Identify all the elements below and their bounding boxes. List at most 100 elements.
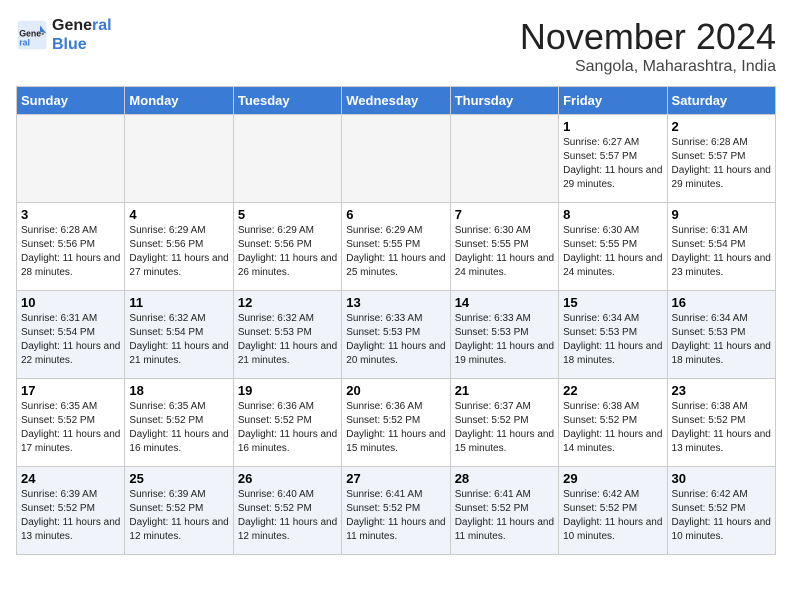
calendar-day: 17 Sunrise: 6:35 AM Sunset: 5:52 PM Dayli… xyxy=(17,379,125,467)
calendar-day: 11 Sunrise: 6:32 AM Sunset: 5:54 PM Dayli… xyxy=(125,291,233,379)
calendar-day xyxy=(17,115,125,203)
calendar-day xyxy=(450,115,558,203)
weekday-header-friday: Friday xyxy=(559,87,667,115)
day-number: 18 xyxy=(129,383,228,398)
calendar-table: SundayMondayTuesdayWednesdayThursdayFrid… xyxy=(16,86,776,555)
day-number: 16 xyxy=(672,295,771,310)
calendar-day: 26 Sunrise: 6:40 AM Sunset: 5:52 PM Dayli… xyxy=(233,467,341,555)
calendar-day: 30 Sunrise: 6:42 AM Sunset: 5:52 PM Dayli… xyxy=(667,467,775,555)
location-title: Sangola, Maharashtra, India xyxy=(520,58,776,76)
calendar-week-row: 1Sunrise: 6:27 AM Sunset: 5:57 PM Daylig… xyxy=(17,115,776,203)
calendar-day: 5 Sunrise: 6:29 AM Sunset: 5:56 PM Daylig… xyxy=(233,203,341,291)
day-info: Sunrise: 6:36 AM Sunset: 5:52 PM Dayligh… xyxy=(346,400,445,456)
day-number: 19 xyxy=(238,383,337,398)
day-info: Sunrise: 6:34 AM Sunset: 5:53 PM Dayligh… xyxy=(672,312,771,368)
day-number: 28 xyxy=(455,471,554,486)
calendar-week-row: 3Sunrise: 6:28 AM Sunset: 5:56 PM Daylig… xyxy=(17,203,776,291)
calendar-day: 19 Sunrise: 6:36 AM Sunset: 5:52 PM Dayli… xyxy=(233,379,341,467)
day-info: Sunrise: 6:32 AM Sunset: 5:53 PM Dayligh… xyxy=(238,312,337,368)
day-number: 5 xyxy=(238,207,337,222)
day-info: Sunrise: 6:29 AM Sunset: 5:56 PM Dayligh… xyxy=(238,224,337,280)
calendar-day: 8Sunrise: 6:30 AM Sunset: 5:55 PM Daylig… xyxy=(559,203,667,291)
day-number: 14 xyxy=(455,295,554,310)
logo-text: General Blue xyxy=(52,16,112,54)
calendar-week-row: 17 Sunrise: 6:35 AM Sunset: 5:52 PM Dayli… xyxy=(17,379,776,467)
calendar-day: 14 Sunrise: 6:33 AM Sunset: 5:53 PM Dayli… xyxy=(450,291,558,379)
calendar-day: 7Sunrise: 6:30 AM Sunset: 5:55 PM Daylig… xyxy=(450,203,558,291)
day-number: 6 xyxy=(346,207,445,222)
day-info: Sunrise: 6:35 AM Sunset: 5:52 PM Dayligh… xyxy=(21,400,120,456)
logo: Gene- ral General Blue xyxy=(16,16,112,54)
day-number: 23 xyxy=(672,383,771,398)
calendar-day: 24Sunrise: 6:39 AM Sunset: 5:52 PM Dayli… xyxy=(17,467,125,555)
weekday-header-wednesday: Wednesday xyxy=(342,87,450,115)
calendar-day: 16 Sunrise: 6:34 AM Sunset: 5:53 PM Dayli… xyxy=(667,291,775,379)
calendar-day xyxy=(233,115,341,203)
logo-icon: Gene- ral xyxy=(16,19,48,51)
day-number: 13 xyxy=(346,295,445,310)
day-info: Sunrise: 6:37 AM Sunset: 5:52 PM Dayligh… xyxy=(455,400,554,456)
calendar-day: 9Sunrise: 6:31 AM Sunset: 5:54 PM Daylig… xyxy=(667,203,775,291)
day-info: Sunrise: 6:40 AM Sunset: 5:52 PM Dayligh… xyxy=(238,488,337,544)
day-info: Sunrise: 6:27 AM Sunset: 5:57 PM Dayligh… xyxy=(563,136,662,192)
month-title: November 2024 xyxy=(520,16,776,58)
day-info: Sunrise: 6:33 AM Sunset: 5:53 PM Dayligh… xyxy=(346,312,445,368)
day-info: Sunrise: 6:41 AM Sunset: 5:52 PM Dayligh… xyxy=(346,488,445,544)
calendar-day: 23 Sunrise: 6:38 AM Sunset: 5:52 PM Dayli… xyxy=(667,379,775,467)
calendar-day xyxy=(125,115,233,203)
day-number: 15 xyxy=(563,295,662,310)
calendar-day: 4Sunrise: 6:29 AM Sunset: 5:56 PM Daylig… xyxy=(125,203,233,291)
day-info: Sunrise: 6:34 AM Sunset: 5:53 PM Dayligh… xyxy=(563,312,662,368)
day-number: 8 xyxy=(563,207,662,222)
day-number: 20 xyxy=(346,383,445,398)
weekday-header-sunday: Sunday xyxy=(17,87,125,115)
calendar-day: 6 Sunrise: 6:29 AM Sunset: 5:55 PM Daylig… xyxy=(342,203,450,291)
calendar-day xyxy=(342,115,450,203)
day-number: 30 xyxy=(672,471,771,486)
day-info: Sunrise: 6:31 AM Sunset: 5:54 PM Dayligh… xyxy=(21,312,120,368)
day-info: Sunrise: 6:28 AM Sunset: 5:57 PM Dayligh… xyxy=(672,136,771,192)
day-info: Sunrise: 6:30 AM Sunset: 5:55 PM Dayligh… xyxy=(455,224,554,280)
day-info: Sunrise: 6:32 AM Sunset: 5:54 PM Dayligh… xyxy=(129,312,228,368)
calendar-day: 3Sunrise: 6:28 AM Sunset: 5:56 PM Daylig… xyxy=(17,203,125,291)
day-number: 26 xyxy=(238,471,337,486)
weekday-header-thursday: Thursday xyxy=(450,87,558,115)
day-info: Sunrise: 6:38 AM Sunset: 5:52 PM Dayligh… xyxy=(563,400,662,456)
weekday-header-saturday: Saturday xyxy=(667,87,775,115)
day-number: 24 xyxy=(21,471,120,486)
day-info: Sunrise: 6:29 AM Sunset: 5:55 PM Dayligh… xyxy=(346,224,445,280)
day-number: 12 xyxy=(238,295,337,310)
weekday-header-tuesday: Tuesday xyxy=(233,87,341,115)
calendar-day: 27 Sunrise: 6:41 AM Sunset: 5:52 PM Dayli… xyxy=(342,467,450,555)
day-info: Sunrise: 6:28 AM Sunset: 5:56 PM Dayligh… xyxy=(21,224,120,280)
calendar-day: 15 Sunrise: 6:34 AM Sunset: 5:53 PM Dayli… xyxy=(559,291,667,379)
day-number: 10 xyxy=(21,295,120,310)
calendar-week-row: 24Sunrise: 6:39 AM Sunset: 5:52 PM Dayli… xyxy=(17,467,776,555)
day-number: 22 xyxy=(563,383,662,398)
calendar-day: 10 Sunrise: 6:31 AM Sunset: 5:54 PM Dayli… xyxy=(17,291,125,379)
day-number: 4 xyxy=(129,207,228,222)
day-number: 25 xyxy=(129,471,228,486)
day-info: Sunrise: 6:42 AM Sunset: 5:52 PM Dayligh… xyxy=(563,488,662,544)
calendar-day: 2Sunrise: 6:28 AM Sunset: 5:57 PM Daylig… xyxy=(667,115,775,203)
day-number: 29 xyxy=(563,471,662,486)
svg-text:ral: ral xyxy=(19,38,30,48)
weekday-header-monday: Monday xyxy=(125,87,233,115)
calendar-day: 28 Sunrise: 6:41 AM Sunset: 5:52 PM Dayli… xyxy=(450,467,558,555)
day-info: Sunrise: 6:42 AM Sunset: 5:52 PM Dayligh… xyxy=(672,488,771,544)
calendar-day: 22 Sunrise: 6:38 AM Sunset: 5:52 PM Dayli… xyxy=(559,379,667,467)
day-info: Sunrise: 6:38 AM Sunset: 5:52 PM Dayligh… xyxy=(672,400,771,456)
day-number: 17 xyxy=(21,383,120,398)
day-info: Sunrise: 6:33 AM Sunset: 5:53 PM Dayligh… xyxy=(455,312,554,368)
day-number: 27 xyxy=(346,471,445,486)
day-info: Sunrise: 6:36 AM Sunset: 5:52 PM Dayligh… xyxy=(238,400,337,456)
header: Gene- ral General Blue November 2024 San… xyxy=(16,16,776,76)
day-info: Sunrise: 6:31 AM Sunset: 5:54 PM Dayligh… xyxy=(672,224,771,280)
calendar-day: 13 Sunrise: 6:33 AM Sunset: 5:53 PM Dayli… xyxy=(342,291,450,379)
calendar-day: 21 Sunrise: 6:37 AM Sunset: 5:52 PM Dayli… xyxy=(450,379,558,467)
day-info: Sunrise: 6:41 AM Sunset: 5:52 PM Dayligh… xyxy=(455,488,554,544)
weekday-header-row: SundayMondayTuesdayWednesdayThursdayFrid… xyxy=(17,87,776,115)
day-number: 21 xyxy=(455,383,554,398)
calendar-day: 20 Sunrise: 6:36 AM Sunset: 5:52 PM Dayli… xyxy=(342,379,450,467)
day-number: 11 xyxy=(129,295,228,310)
